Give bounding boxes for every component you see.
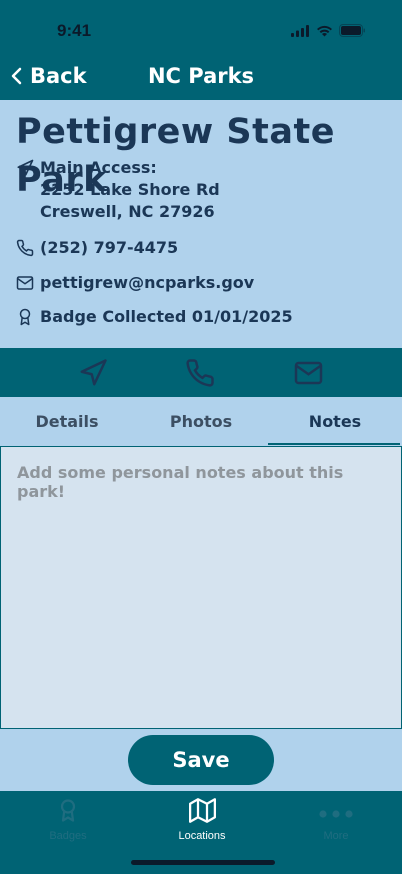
status-bar: 9:41 [0,0,402,56]
wifi-icon [317,25,332,36]
mail-icon [16,276,34,290]
home-indicator [131,860,275,865]
email-text: pettigrew@ncparks.gov [40,273,255,292]
save-button[interactable]: Save [128,735,274,785]
tab-notes[interactable]: Notes [268,397,402,445]
badge-icon [60,799,76,822]
mail-icon [294,361,323,385]
address-line2: Creswell, NC 27926 [40,202,215,221]
tabbar-item-badges[interactable]: Badges [28,797,108,842]
badge-icon [19,308,31,326]
badge-text: Badge Collected 01/01/2025 [40,307,293,326]
status-time: 9:41 [57,21,92,40]
badge-row: Badge Collected 01/01/2025 [16,307,293,326]
email-button[interactable] [293,358,324,392]
notes-input[interactable] [0,446,402,729]
action-bar [0,348,402,397]
phone-icon [186,359,214,387]
detail-tabs: Details Photos Notes [0,397,402,445]
phone-icon [16,239,34,257]
tabbar-item-more[interactable]: More [296,797,376,842]
access-label: Main Access: [40,158,157,177]
nav-title: NC Parks [147,64,255,88]
navigate-icon [80,359,107,386]
call-button[interactable] [185,358,215,392]
tabbar-label-locations: Locations [178,830,226,842]
tabbar-label-more: More [323,830,349,842]
phone-text: (252) 797-4475 [40,238,179,257]
email-row[interactable]: pettigrew@ncparks.gov [16,273,254,292]
tab-details[interactable]: Details [0,397,134,445]
signal-icon [291,24,309,37]
tab-photos[interactable]: Photos [134,397,268,445]
map-icon [188,798,216,823]
location-arrow-icon [17,159,34,176]
tabbar-label-badges: Badges [49,830,87,842]
status-icons [291,24,366,37]
park-info: Pettigrew State Park Main Access: 2252 L… [16,108,392,326]
battery-icon [339,24,365,37]
access-row: Main Access: 2252 Lake Shore Rd Creswell… [16,158,220,223]
nav-bar: Back NC Parks [0,56,402,100]
address-line1: 2252 Lake Shore Rd [40,180,220,199]
navigate-button[interactable] [78,358,108,392]
more-icon [319,810,353,818]
tabbar-item-locations[interactable]: Locations [162,797,242,842]
tab-bar: Badges Locations More [0,791,402,874]
phone-row[interactable]: (252) 797-4475 [16,238,178,257]
